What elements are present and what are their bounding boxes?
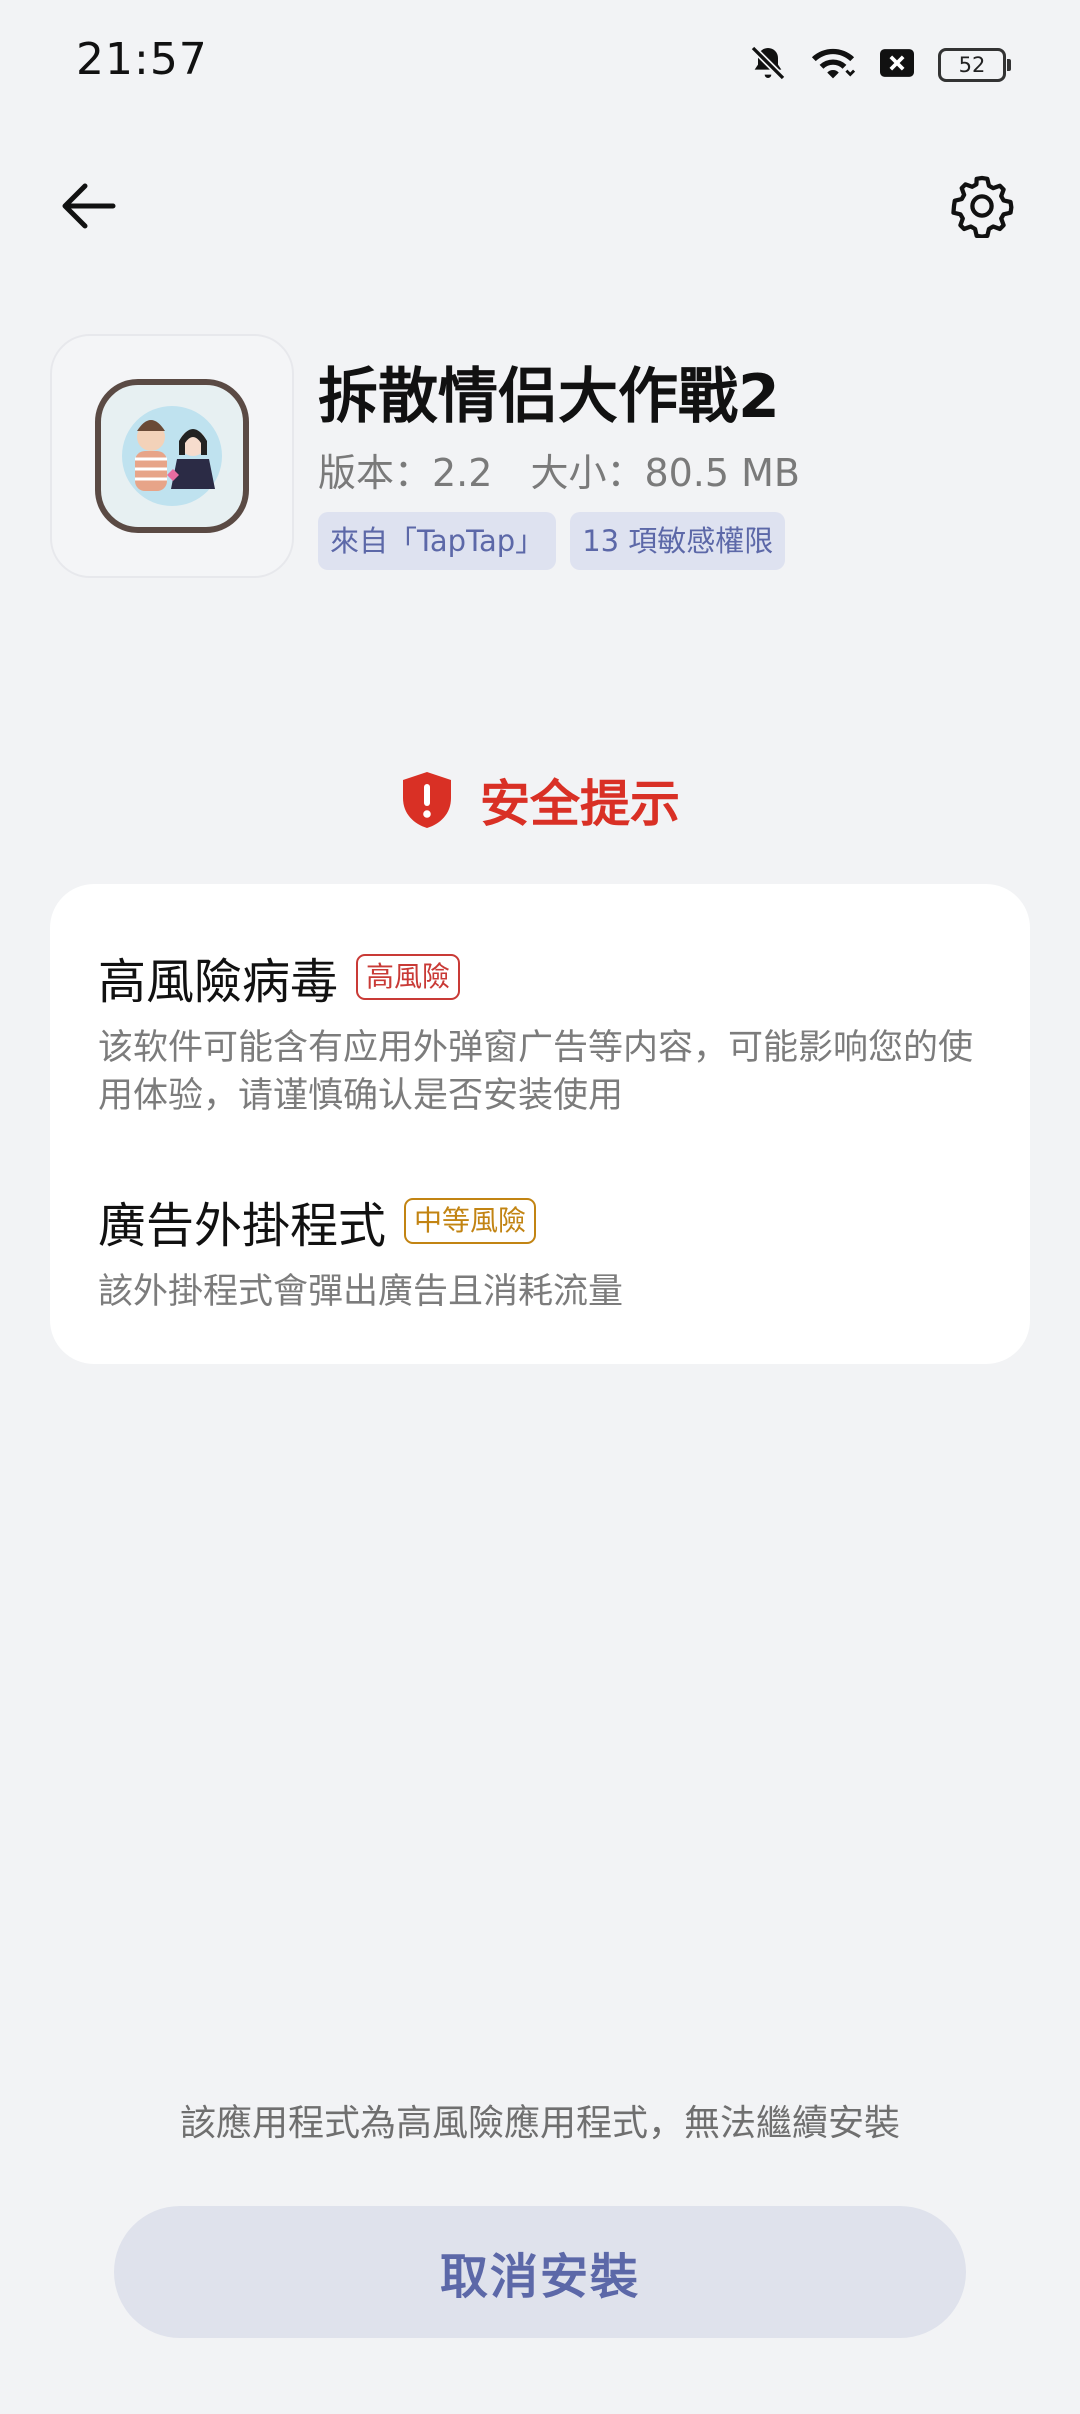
status-time: 21:57 <box>76 34 208 85</box>
risk-description: 该软件可能含有应用外弹窗广告等内容，可能影响您的使用体验，请谨慎确认是否安装使用 <box>98 1028 974 1116</box>
status-bar: 21:57 52 <box>0 0 1080 130</box>
arrow-left-icon <box>62 183 116 229</box>
source-tag[interactable]: 來自「TapTap」 <box>318 512 557 570</box>
status-icons: 52 <box>748 42 1011 88</box>
risk-name: 廣告外掛程式 <box>98 1198 387 1254</box>
permissions-tag[interactable]: 13 項敏感權限 <box>570 512 786 570</box>
shield-alert-icon <box>403 772 451 828</box>
risk-item: 廣告外掛程式 中等風險 該外掛程式會彈出廣告且消耗流量 <box>98 1186 998 1316</box>
app-icon-tile <box>50 334 294 578</box>
risk-badge-medium: 中等風險 <box>404 1198 537 1244</box>
app-icon <box>95 379 249 533</box>
security-header: 安全提示 <box>0 764 1080 836</box>
cancel-install-button[interactable]: 取消安裝 <box>114 2206 966 2338</box>
settings-button[interactable] <box>944 168 1020 244</box>
app-size: 大小：80.5 MB <box>530 451 800 495</box>
risk-name: 高風險病毒 <box>98 954 339 1010</box>
close-box-icon <box>878 46 916 84</box>
risk-item: 高風險病毒 高風險 该软件可能含有应用外弹窗广告等内容，可能影响您的使用体验，请… <box>98 942 998 1120</box>
bell-off-icon <box>748 43 788 87</box>
back-button[interactable] <box>52 170 124 242</box>
risk-description: 該外掛程式會彈出廣告且消耗流量 <box>98 1272 624 1312</box>
install-blocked-notice: 該應用程式為高風險應用程式，無法繼續安裝 <box>179 2103 900 2144</box>
gear-icon <box>951 175 1014 238</box>
security-title: 安全提示 <box>480 775 680 833</box>
battery-icon: 52 <box>938 48 1011 82</box>
app-title: 拆散情侣大作戰2 <box>318 362 780 432</box>
app-meta: 版本：2.2 大小：80.5 MB <box>318 442 800 497</box>
risk-badge-high: 高風險 <box>356 954 461 1000</box>
app-version: 版本：2.2 <box>318 451 493 495</box>
wifi-icon <box>810 43 856 87</box>
app-tags: 來自「TapTap」 13 項敏感權限 <box>318 512 786 570</box>
risk-card: 高風險病毒 高風險 该软件可能含有应用外弹窗广告等内容，可能影响您的使用体验，请… <box>50 884 1030 1364</box>
